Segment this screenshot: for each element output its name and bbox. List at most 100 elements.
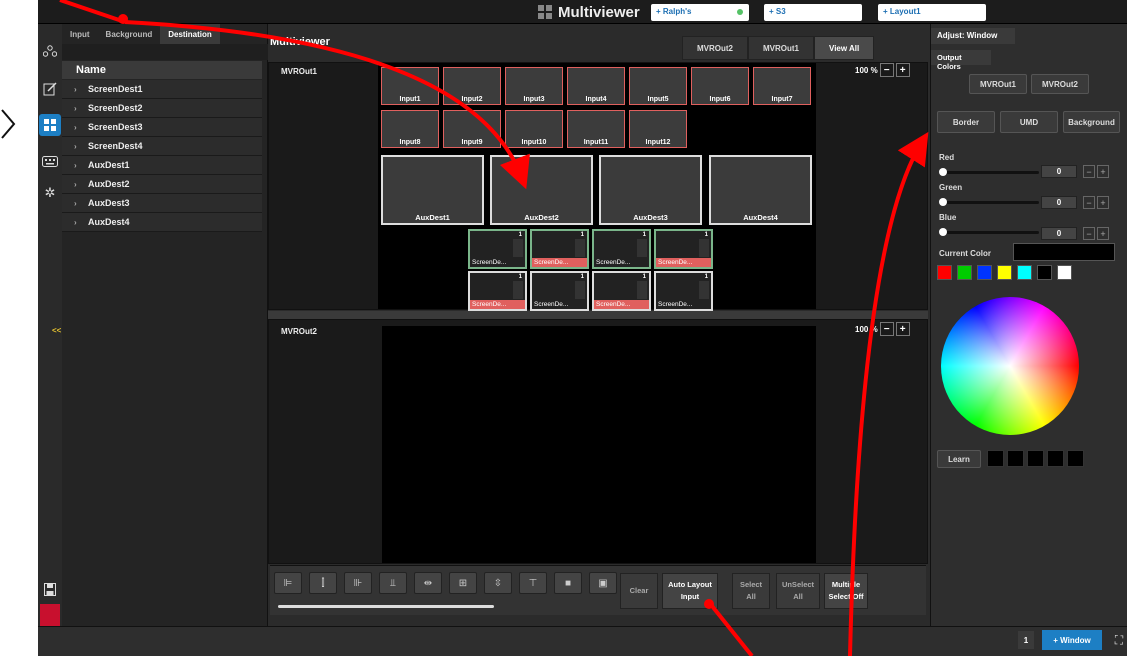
tab-mvrout1[interactable]: MVROut1 — [748, 36, 814, 60]
list-item[interactable]: › ScreenDest2 — [62, 99, 262, 118]
splitter-handle[interactable] — [268, 311, 928, 319]
tab-input[interactable]: Input — [62, 24, 98, 44]
align-bottom-icon[interactable]: ⫫ — [379, 572, 407, 594]
clear-button[interactable]: Clear — [620, 573, 658, 609]
background-button[interactable]: Background — [1063, 111, 1120, 133]
list-item[interactable]: › AuxDest3 — [62, 194, 262, 213]
screen-dest-tile[interactable]: 1 ScreenDe... — [654, 271, 713, 311]
tab-destination[interactable]: Destination — [160, 24, 220, 44]
swatch-red[interactable] — [937, 265, 952, 280]
network-icon[interactable] — [39, 40, 61, 62]
distribute-v-icon[interactable]: ⇳ — [484, 572, 512, 594]
blue-slider[interactable] — [939, 228, 1039, 236]
learn-slot[interactable] — [1027, 450, 1044, 467]
fill-icon[interactable]: ■ — [554, 572, 582, 594]
aux-dest-tile[interactable]: AuxDest4 — [709, 155, 812, 225]
input-tile[interactable]: Input6 — [691, 67, 749, 105]
zoom-out-button[interactable]: − — [879, 322, 894, 336]
multiviewer-icon[interactable] — [39, 114, 61, 136]
slider-knob[interactable] — [939, 228, 947, 236]
list-item[interactable]: › AuxDest4 — [62, 213, 262, 232]
blue-value[interactable]: 0 — [1041, 227, 1077, 240]
green-value[interactable]: 0 — [1041, 196, 1077, 209]
slider-knob[interactable] — [939, 168, 947, 176]
screen-dest-tile[interactable]: 1 ScreenDe... — [468, 271, 527, 311]
mvrout2-display[interactable] — [382, 326, 816, 563]
tab-background[interactable]: Background — [98, 24, 161, 44]
preset-dropdown[interactable]: + Ralph's — [651, 4, 749, 21]
swatch-yellow[interactable] — [997, 265, 1012, 280]
gear-icon[interactable]: ✲ — [39, 182, 61, 204]
align-top-icon[interactable]: ⊤ — [519, 572, 547, 594]
input-tile[interactable]: Input9 — [443, 110, 501, 148]
mvrout1-display[interactable]: Input1 Input2 Input3 Input4 Input5 Input… — [378, 63, 816, 311]
save-icon[interactable] — [39, 578, 61, 600]
align-right-icon[interactable]: ⊪ — [344, 572, 372, 594]
layout-dropdown[interactable]: + Layout1 — [878, 4, 986, 21]
output-colors-tab[interactable]: Output Colors — [931, 50, 991, 71]
input-tile[interactable]: Input7 — [753, 67, 811, 105]
plus-icon[interactable]: + — [1097, 165, 1109, 178]
plus-icon[interactable]: + — [1097, 196, 1109, 209]
input-tile[interactable]: Input10 — [505, 110, 563, 148]
tab-mvrout2[interactable]: MVROut2 — [682, 36, 748, 60]
screen-dest-tile[interactable]: 1 ScreenDe... — [592, 271, 651, 311]
zoom-out-button[interactable]: − — [879, 63, 894, 77]
input-tile[interactable]: Input8 — [381, 110, 439, 148]
minus-icon[interactable]: − — [1083, 196, 1095, 209]
input-tile[interactable]: Input11 — [567, 110, 625, 148]
toolbar-scrollbar[interactable] — [278, 605, 494, 608]
tab-view-all[interactable]: View All — [814, 36, 875, 60]
mvrout1-area[interactable]: MVROut1 100 % − + Input1 Input2 Input3 I… — [268, 62, 928, 311]
red-slider[interactable] — [939, 168, 1039, 176]
aux-dest-tile[interactable]: AuxDest2 — [490, 155, 593, 225]
swatch-blue[interactable] — [977, 265, 992, 280]
list-item[interactable]: › ScreenDest3 — [62, 118, 262, 137]
mvrout2-area[interactable]: MVROut2 100 % − + — [268, 319, 928, 564]
distribute-h-icon[interactable]: ⇹ — [414, 572, 442, 594]
mvrout1-button[interactable]: MVROut1 — [969, 74, 1027, 94]
screen-dest-tile[interactable]: 1 ScreenDe... — [468, 229, 527, 269]
screen-dest-tile[interactable]: 1 ScreenDe... — [654, 229, 713, 269]
align-left-icon[interactable]: ⊫ — [274, 572, 302, 594]
swatch-black[interactable] — [1037, 265, 1052, 280]
color-wheel[interactable] — [941, 297, 1079, 435]
plus-icon[interactable]: + — [1097, 227, 1109, 240]
zoom-in-button[interactable]: + — [895, 63, 910, 77]
swatch-cyan[interactable] — [1017, 265, 1032, 280]
input-tile[interactable]: Input5 — [629, 67, 687, 105]
aux-dest-tile[interactable]: AuxDest1 — [381, 155, 484, 225]
grid-layout-icon[interactable]: ⊞ — [449, 572, 477, 594]
green-slider[interactable] — [939, 198, 1039, 206]
input-tile[interactable]: Input12 — [629, 110, 687, 148]
list-item[interactable]: › AuxDest1 — [62, 156, 262, 175]
align-center-v-icon[interactable]: ⫿ — [309, 572, 337, 594]
minus-icon[interactable]: − — [1083, 165, 1095, 178]
fit-icon[interactable]: ▣ — [589, 572, 617, 594]
screen-dest-tile[interactable]: 1 ScreenDe... — [530, 229, 589, 269]
learn-slot[interactable] — [1007, 450, 1024, 467]
mvrout2-button[interactable]: MVROut2 — [1031, 74, 1089, 94]
keyboard-icon[interactable] — [39, 150, 61, 172]
add-window-button[interactable]: + Window — [1042, 630, 1102, 650]
input-tile[interactable]: Input3 — [505, 67, 563, 105]
input-tile[interactable]: Input1 — [381, 67, 439, 105]
border-button[interactable]: Border — [937, 111, 995, 133]
zoom-in-button[interactable]: + — [895, 322, 910, 336]
list-item[interactable]: › AuxDest2 — [62, 175, 262, 194]
input-tile[interactable]: Input4 — [567, 67, 625, 105]
select-all-button[interactable]: Select All — [732, 573, 770, 609]
list-item[interactable]: › ScreenDest4 — [62, 137, 262, 156]
auto-layout-button[interactable]: Auto Layout Input — [662, 573, 718, 609]
fullscreen-icon[interactable]: ⛶ — [1110, 631, 1127, 649]
learn-button[interactable]: Learn — [937, 450, 981, 468]
multiple-select-button[interactable]: Multiple Select Off — [824, 573, 868, 609]
list-item[interactable]: › ScreenDest1 — [62, 80, 262, 99]
screen-dest-tile[interactable]: 1 ScreenDe... — [592, 229, 651, 269]
swatch-white[interactable] — [1057, 265, 1072, 280]
learn-slot[interactable] — [1067, 450, 1084, 467]
unselect-all-button[interactable]: UnSelect All — [776, 573, 820, 609]
learn-slot[interactable] — [1047, 450, 1064, 467]
swatch-green[interactable] — [957, 265, 972, 280]
red-value[interactable]: 0 — [1041, 165, 1077, 178]
